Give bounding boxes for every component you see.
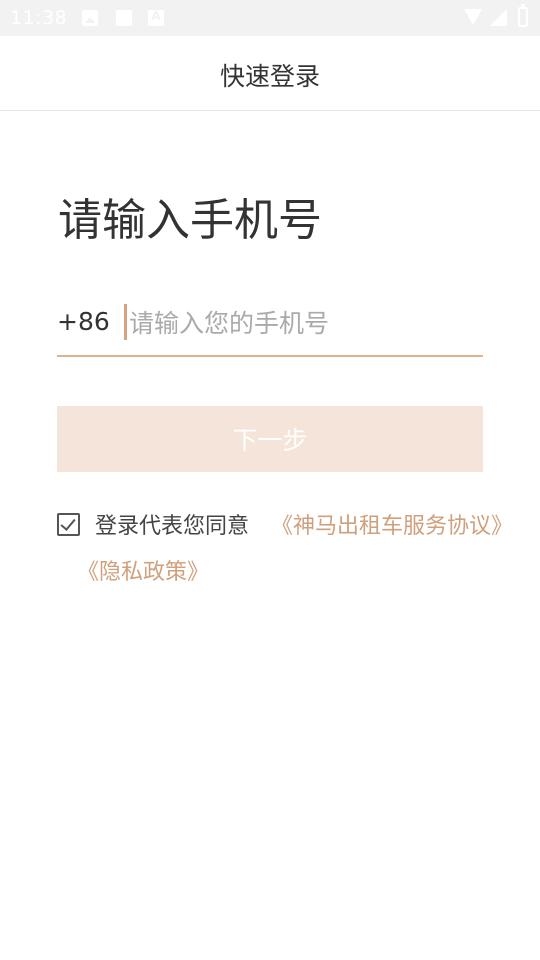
image-icon (82, 10, 98, 26)
country-code[interactable]: +86 (57, 307, 110, 336)
wifi-icon (464, 9, 482, 25)
font-icon (148, 9, 164, 26)
status-time: 11:38 (10, 7, 68, 29)
service-agreement-link[interactable]: 《神马出租车服务协议》 (271, 508, 513, 540)
privacy-policy-link[interactable]: 《隐私政策》 (77, 554, 209, 586)
page-title: 快速登录 (219, 62, 320, 91)
status-bar: 11:38 (0, 0, 540, 36)
agreement-text: 登录代表您同意 (95, 514, 250, 539)
title-bar: 快速登录 (0, 36, 540, 111)
phone-input[interactable] (129, 302, 479, 344)
agree-checkbox[interactable] (57, 513, 80, 536)
login-heading: 请输入手机号 (58, 195, 322, 246)
signal-icon (490, 9, 507, 26)
battery-icon (518, 4, 528, 27)
next-button[interactable]: 下一步 (57, 406, 483, 472)
text-cursor (124, 304, 127, 340)
square-icon (116, 10, 132, 26)
phone-input-row: +86 (57, 298, 483, 357)
check-icon (60, 515, 76, 531)
